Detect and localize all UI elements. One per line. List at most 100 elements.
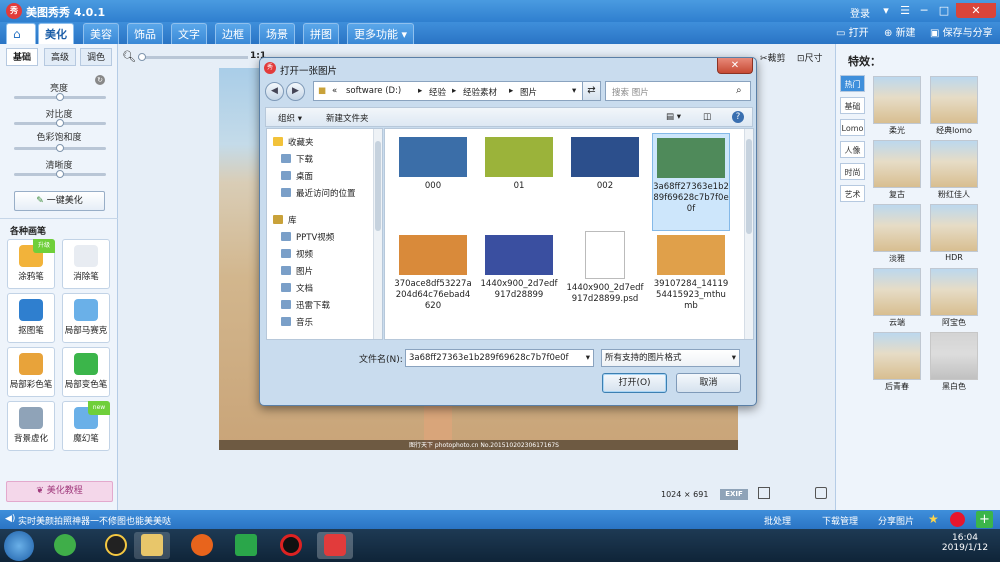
effect-tab-4[interactable]: 时尚 [840, 163, 865, 180]
slider-knob[interactable] [56, 170, 64, 178]
add-icon[interactable]: + [976, 511, 993, 528]
compare-icon[interactable] [758, 487, 770, 499]
nav-item[interactable]: PPTV视频 [281, 230, 334, 246]
brush-tool-3[interactable]: 局部马赛克 [62, 293, 110, 343]
effect-item[interactable]: HDR [930, 204, 978, 262]
share-image-button[interactable]: 分享图片 [878, 514, 914, 527]
exif-button[interactable]: EXIF [720, 489, 748, 500]
tab-advanced[interactable]: 高级 [44, 48, 76, 66]
start-button-icon[interactable] [4, 531, 34, 561]
batch-button[interactable]: 批处理 [764, 514, 791, 527]
nav-scrollbar[interactable] [373, 129, 382, 339]
effect-item[interactable]: 淡雅 [873, 204, 921, 263]
nav-item[interactable]: 迅雷下载 [281, 298, 330, 314]
chevron-down-icon[interactable]: ▾ [732, 350, 736, 366]
file-item[interactable]: 002 [566, 133, 644, 231]
effect-tab-0[interactable]: 热门 [840, 75, 865, 92]
back-button[interactable]: ◀ [265, 82, 284, 101]
zoom-out-icon[interactable]: 🔍︎ [122, 50, 136, 63]
weibo-icon[interactable] [950, 512, 965, 527]
refresh-icon[interactable]: ⇄ [582, 81, 601, 101]
nav-item[interactable]: 文档 [281, 281, 313, 297]
new-folder-button[interactable]: 新建文件夹 [326, 112, 369, 124]
cancel-button[interactable]: 取消 [676, 373, 741, 393]
brush-tool-1[interactable]: 消除笔 [62, 239, 110, 289]
saturation-slider[interactable] [14, 144, 106, 152]
recorder-icon[interactable] [273, 532, 309, 559]
tab-beauty[interactable]: 美容 [83, 23, 119, 44]
effect-tab-1[interactable]: 基础 [840, 97, 865, 114]
search-input[interactable]: 搜索 图片 ⌕ [605, 81, 751, 101]
nav-item[interactable]: 收藏夹 [273, 135, 314, 151]
open-button[interactable]: ▭ 打开 [836, 26, 869, 41]
menu-icon[interactable]: ☰ [897, 3, 913, 18]
files-scrollbar[interactable] [744, 129, 753, 339]
nav-item[interactable]: 下载 [281, 152, 313, 168]
slider-knob[interactable] [56, 144, 64, 152]
address-prefix[interactable]: « [332, 86, 337, 96]
brightness-slider[interactable] [14, 93, 106, 101]
effect-item[interactable]: 云端 [873, 268, 921, 327]
file-item[interactable]: 1440x900_2d7edf917d28899 [480, 231, 558, 329]
chevron-down-icon[interactable]: ▾ [586, 350, 590, 366]
nav-item[interactable]: 音乐 [281, 315, 313, 331]
effect-tab-3[interactable]: 人像 [840, 141, 865, 158]
nav-item[interactable]: 视频 [281, 247, 313, 263]
login-link[interactable]: 登录 [850, 5, 870, 20]
address-drive[interactable]: software (D:) [346, 86, 401, 96]
slider-knob[interactable] [56, 119, 64, 127]
effect-item[interactable]: 黑白色 [930, 332, 978, 391]
effect-item[interactable]: 后青春 [873, 332, 921, 391]
filename-input[interactable]: 3a68ff27363e1b289f69628c7b7f0e0f ▾ [405, 349, 594, 367]
address-folder-3[interactable]: 图片 [520, 86, 537, 98]
tab-scene[interactable]: 场景 [259, 23, 295, 44]
brush-tool-4[interactable]: 局部彩色笔 [7, 347, 55, 397]
dialog-close-button[interactable]: ✕ [717, 58, 753, 74]
tab-color[interactable]: 调色 [80, 48, 112, 66]
file-item[interactable]: 1440x900_2d7edf917d28899.psd [566, 231, 644, 329]
close-icon[interactable]: ✕ [956, 3, 996, 18]
open-button[interactable]: 打开(O) [602, 373, 667, 393]
tab-more[interactable]: 更多功能 ▾ [347, 23, 415, 44]
download-manager-button[interactable]: 下载管理 [822, 514, 858, 527]
address-folder-1[interactable]: 经验 [429, 86, 446, 98]
nav-item[interactable]: 桌面 [281, 169, 313, 185]
tab-accessories[interactable]: 饰品 [127, 23, 163, 44]
tab-border[interactable]: 边框 [215, 23, 251, 44]
one-click-beautify-button[interactable]: ✎ 一键美化 [14, 191, 105, 211]
organize-button[interactable]: 组织 ▾ [278, 112, 302, 124]
search-icon[interactable]: ⌕ [736, 85, 742, 96]
star-icon[interactable]: ★ [928, 512, 939, 526]
file-item[interactable]: 39107284_1411954415923_mthumb [652, 231, 730, 329]
sharpness-slider[interactable] [14, 170, 106, 178]
contrast-slider[interactable] [14, 119, 106, 127]
effect-tab-5[interactable]: 艺术 [840, 185, 865, 202]
tutorial-button[interactable]: ❦ 美化教程 [6, 481, 113, 502]
slider-knob[interactable] [56, 93, 64, 101]
address-bar[interactable]: ■ « software (D:) ▸ 经验 ▸ 经验素材 ▸ 图片 ▾ [313, 81, 593, 101]
tab-basic[interactable]: 基础 [6, 48, 38, 66]
zoom-slider[interactable] [138, 53, 248, 61]
file-item[interactable]: 01 [480, 133, 558, 231]
nav-item[interactable]: 最近访问的位置 [281, 186, 356, 202]
effect-item[interactable]: 复古 [873, 140, 921, 199]
effect-tab-2[interactable]: Lomo [840, 119, 865, 136]
address-folder-2[interactable]: 经验素材 [463, 86, 497, 98]
brush-tool-2[interactable]: 抠图笔 [7, 293, 55, 343]
nav-item[interactable]: 库 [273, 213, 297, 229]
help-icon[interactable]: ? [732, 111, 744, 123]
brush-tool-5[interactable]: 局部变色笔 [62, 347, 110, 397]
save-share-button[interactable]: ▣ 保存与分享 [930, 26, 993, 41]
tab-collage[interactable]: 拼图 [303, 23, 339, 44]
maximize-icon[interactable]: □ [936, 3, 952, 18]
effect-item[interactable]: 经典lomo [930, 76, 978, 135]
zoom-knob[interactable] [138, 53, 146, 61]
tab-beautify[interactable]: 美化 [38, 23, 74, 44]
meitu-taskbar-icon[interactable] [317, 532, 353, 559]
bottom-tip[interactable]: 实时美颜拍照神器一不修图也能美美哒 [18, 514, 171, 527]
tab-text[interactable]: 文字 [171, 23, 207, 44]
firefox-icon[interactable] [184, 532, 220, 559]
fullscreen-icon[interactable] [815, 487, 827, 499]
effect-item[interactable]: 柔光 [873, 76, 921, 135]
effect-item[interactable]: 阿宝色 [930, 268, 978, 327]
